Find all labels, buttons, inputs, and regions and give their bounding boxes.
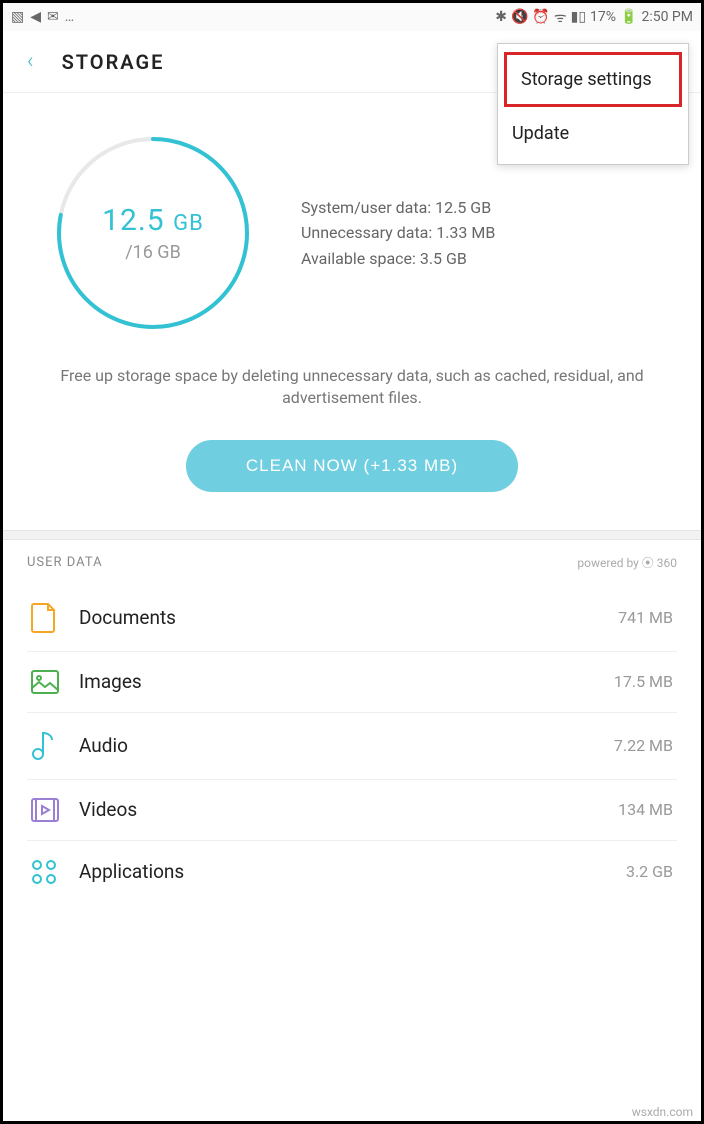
menu-update[interactable]: Update — [498, 109, 688, 158]
status-left-icons: ▧ ◀ ✉ … — [11, 9, 74, 25]
usage-ring: 12.5 GB /16 GB — [53, 133, 253, 333]
options-menu: Storage settings Update — [497, 43, 689, 165]
bluetooth-icon: ✱ — [495, 9, 507, 25]
row-label: Applications — [79, 860, 626, 883]
wifi-icon: ᯤ — [554, 8, 567, 27]
row-label: Audio — [79, 734, 614, 757]
alarm-icon: ⏰ — [532, 9, 549, 25]
clock: 2:50 PM — [641, 9, 693, 25]
image-icon — [31, 670, 79, 694]
row-applications[interactable]: Applications 3.2 GB — [27, 841, 677, 903]
row-size: 741 MB — [618, 608, 673, 627]
mail-icon: ✉ — [47, 9, 59, 25]
document-icon — [31, 603, 79, 633]
mute-icon: 🔇 — [511, 9, 528, 25]
status-bar: ▧ ◀ ✉ … ✱ 🔇 ⏰ ᯤ ▮▯ 17% 🔋 2:50 PM — [3, 3, 701, 31]
detail-available: Available space: 3.5 GB — [301, 246, 495, 272]
section-header: USER DATA powered by ⦿ 360 — [3, 540, 701, 585]
battery-pct: 17% — [590, 9, 616, 25]
signal-icon: ▮▯ — [571, 9, 586, 25]
row-audio[interactable]: Audio 7.22 MB — [27, 713, 677, 780]
row-size: 17.5 MB — [614, 672, 673, 691]
user-data-list: Documents 741 MB Images 17.5 MB Audio 7.… — [3, 585, 701, 903]
description-text: Free up storage space by deleting unnece… — [3, 353, 701, 440]
row-size: 3.2 GB — [626, 862, 673, 881]
gallery-icon: ▧ — [11, 9, 24, 25]
detail-unnecessary: Unnecessary data: 1.33 MB — [301, 220, 495, 246]
row-label: Videos — [79, 798, 618, 821]
section-divider — [3, 530, 701, 540]
send-icon: ◀ — [30, 9, 41, 25]
watermark: wsxdn.com — [632, 1105, 693, 1119]
back-icon[interactable]: ‹ — [27, 49, 34, 74]
video-icon — [31, 798, 79, 822]
applications-icon — [31, 859, 79, 885]
row-size: 134 MB — [618, 800, 673, 819]
section-title: USER DATA — [27, 555, 103, 570]
row-label: Documents — [79, 606, 618, 629]
row-documents[interactable]: Documents 741 MB — [27, 585, 677, 652]
menu-storage-settings[interactable]: Storage settings — [504, 52, 682, 107]
audio-icon — [31, 731, 79, 761]
detail-system-user: System/user data: 12.5 GB — [301, 195, 495, 221]
clean-now-button[interactable]: CLEAN NOW (+1.33 MB) — [186, 440, 518, 492]
row-size: 7.22 MB — [614, 736, 673, 755]
more-status-icon: … — [65, 9, 74, 25]
battery-icon: 🔋 — [620, 9, 637, 25]
page-title: STORAGE — [62, 50, 165, 74]
row-videos[interactable]: Videos 134 MB — [27, 780, 677, 841]
row-label: Images — [79, 670, 614, 693]
row-images[interactable]: Images 17.5 MB — [27, 652, 677, 713]
powered-by: powered by ⦿ 360 — [577, 554, 677, 571]
status-right-icons: ✱ 🔇 ⏰ ᯤ ▮▯ 17% 🔋 2:50 PM — [495, 8, 693, 27]
storage-details: System/user data: 12.5 GB Unnecessary da… — [301, 195, 495, 272]
